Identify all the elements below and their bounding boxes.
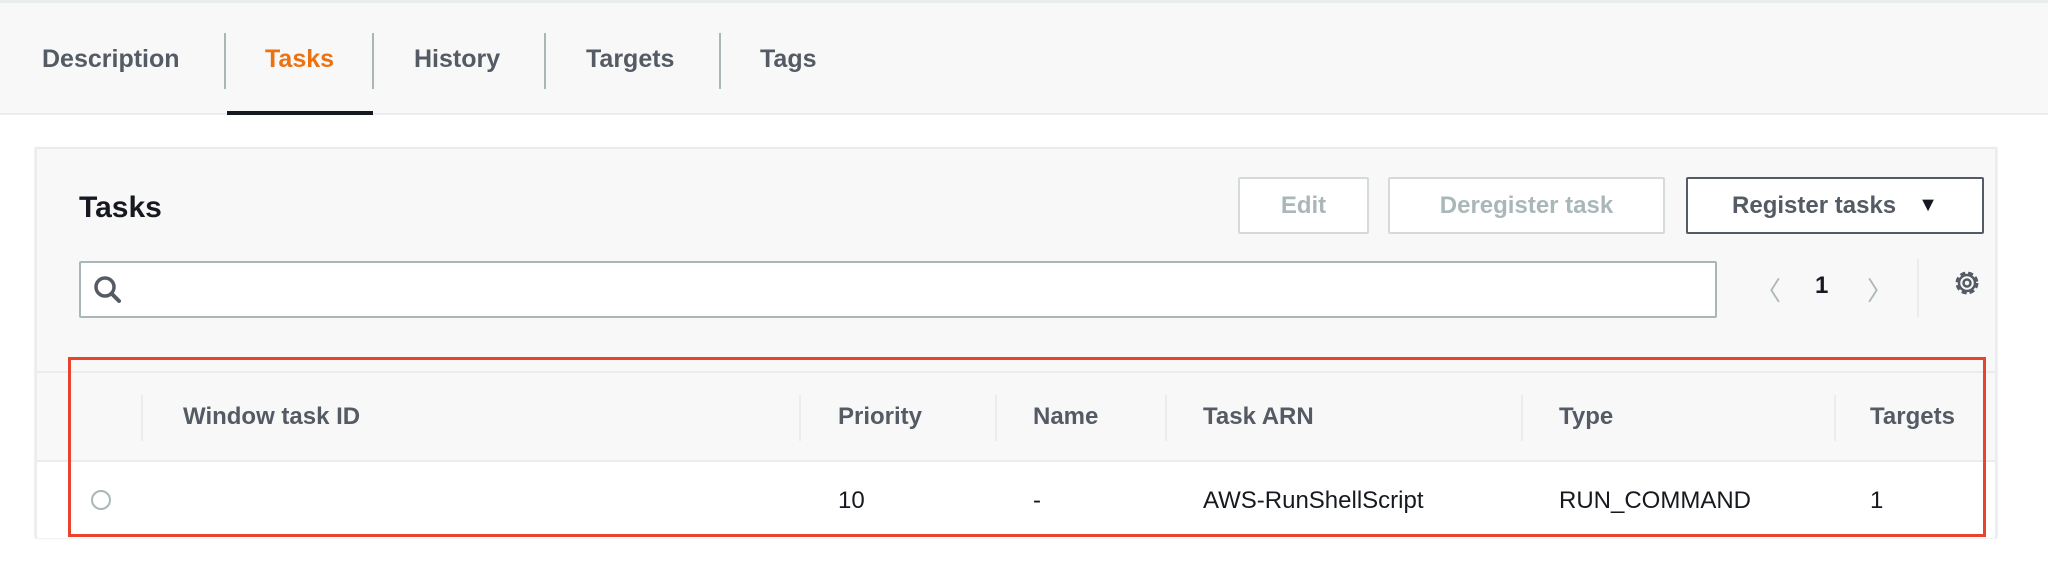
tab-history[interactable]: History bbox=[414, 45, 500, 74]
panel-title: Tasks bbox=[79, 191, 162, 224]
tab-description[interactable]: Description bbox=[42, 45, 180, 74]
tab-divider bbox=[719, 33, 721, 89]
prev-page-icon[interactable]: 〈 bbox=[1755, 271, 1781, 308]
highlight-box bbox=[68, 357, 1986, 537]
tab-divider bbox=[544, 33, 546, 89]
deregister-task-button[interactable]: Deregister task bbox=[1388, 177, 1665, 234]
next-page-icon[interactable]: 〉 bbox=[1867, 271, 1893, 308]
search-input[interactable] bbox=[79, 261, 1717, 318]
edit-button[interactable]: Edit bbox=[1238, 177, 1369, 234]
active-tab-indicator bbox=[227, 111, 373, 115]
tab-tags[interactable]: Tags bbox=[760, 45, 817, 74]
caret-down-icon: ▼ bbox=[1918, 194, 1938, 216]
register-tasks-button[interactable]: Register tasks ▼ bbox=[1686, 177, 1984, 234]
tab-divider bbox=[372, 33, 374, 89]
tab-tasks[interactable]: Tasks bbox=[265, 45, 334, 74]
register-tasks-label: Register tasks bbox=[1732, 191, 1897, 219]
tab-bar: Description Tasks History Targets Tags bbox=[0, 0, 2048, 115]
tab-divider bbox=[224, 33, 226, 89]
pagination-divider bbox=[1917, 259, 1919, 317]
tab-targets[interactable]: Targets bbox=[586, 45, 674, 74]
search-icon bbox=[94, 276, 121, 303]
settings-gear-icon[interactable] bbox=[1951, 267, 1983, 299]
current-page[interactable]: 1 bbox=[1815, 272, 1828, 300]
